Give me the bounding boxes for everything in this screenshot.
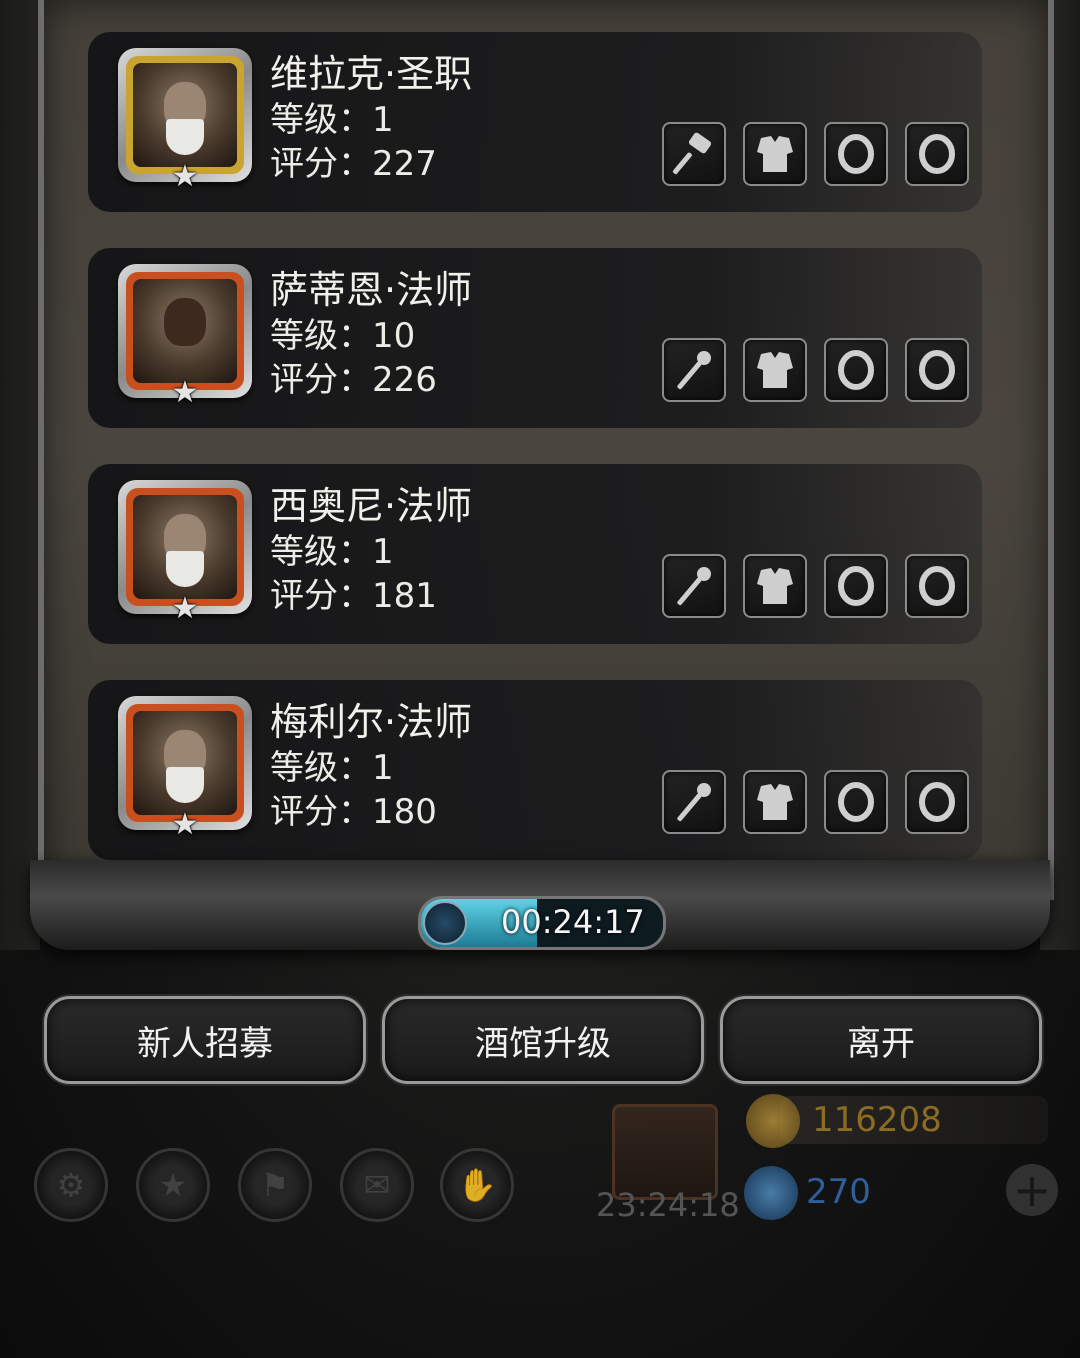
equip-slot-ring-icon[interactable] (824, 554, 888, 618)
gold-amount: 116208 (812, 1100, 942, 1140)
equip-slot-armor-icon[interactable] (743, 554, 807, 618)
hero-name: 萨蒂恩·法师 (270, 268, 473, 312)
hero-score: 评分：227 (270, 144, 437, 184)
star-badge-icon[interactable]: ★ (136, 1148, 210, 1222)
equip-slot-ring-icon[interactable] (824, 770, 888, 834)
hero-name: 维拉克·圣职 (270, 52, 473, 96)
hero-name: 西奥尼·法师 (270, 484, 473, 528)
portrait-frame (126, 488, 244, 606)
equipment-slots (662, 338, 969, 402)
hero-card[interactable]: ★ 西奥尼·法师 等级：1 评分：181 (88, 464, 982, 644)
hero-face-icon (133, 279, 237, 383)
hero-face-icon (133, 63, 237, 167)
hero-portrait[interactable]: ★ (118, 480, 252, 626)
star-icon: ★ (171, 375, 199, 410)
leave-button[interactable]: 离开 (720, 996, 1042, 1084)
equip-slot-staff-icon[interactable] (662, 770, 726, 834)
hero-score: 评分：180 (270, 792, 437, 832)
handshake-icon[interactable]: ✋ (440, 1148, 514, 1222)
hero-face-icon (133, 711, 237, 815)
recruit-button[interactable]: 新人招募 (44, 996, 366, 1084)
hero-face-icon (133, 495, 237, 599)
clock-icon (423, 901, 467, 945)
gift-timer: 23:24:18 (596, 1186, 740, 1224)
equip-slot-armor-icon[interactable] (743, 122, 807, 186)
portrait-frame (126, 56, 244, 174)
left-backdrop (0, 0, 40, 950)
hero-info: 萨蒂恩·法师 等级：10 评分：226 (270, 266, 472, 402)
mail-icon[interactable]: ✉ (340, 1148, 414, 1222)
equip-slot-ring-icon[interactable] (905, 770, 969, 834)
hero-level: 等级：1 (270, 532, 394, 572)
gold-coin-icon (746, 1094, 800, 1148)
add-currency-button[interactable]: + (1006, 1164, 1058, 1216)
timer-text: 00:24:17 (501, 903, 645, 941)
hero-info: 维拉克·圣职 等级：1 评分：227 (270, 50, 472, 186)
refresh-timer: 00:24:17 (418, 896, 666, 950)
equip-slot-staff-icon[interactable] (662, 554, 726, 618)
equip-slot-ring-icon[interactable] (824, 122, 888, 186)
hero-portrait[interactable]: ★ (118, 696, 252, 842)
hero-info: 梅利尔·法师 等级：1 评分：180 (270, 698, 472, 834)
tavern-upgrade-button[interactable]: 酒馆升级 (382, 996, 704, 1084)
star-icon: ★ (171, 807, 199, 842)
hero-card[interactable]: ★ 萨蒂恩·法师 等级：10 评分：226 (88, 248, 982, 428)
equipment-slots (662, 554, 969, 618)
hero-score: 评分：226 (270, 360, 437, 400)
hero-level: 等级：1 (270, 748, 394, 788)
portrait-frame (126, 704, 244, 822)
equip-slot-hammer-icon[interactable] (662, 122, 726, 186)
equip-slot-ring-icon[interactable] (824, 338, 888, 402)
hero-card[interactable]: ★ 维拉克·圣职 等级：1 评分：227 (88, 32, 982, 212)
hero-info: 西奥尼·法师 等级：1 评分：181 (270, 482, 472, 618)
banner-icon[interactable]: ⚑ (238, 1148, 312, 1222)
gem-amount: 270 (806, 1172, 871, 1212)
gear-icon[interactable]: ⚙ (34, 1148, 108, 1222)
equipment-slots (662, 122, 969, 186)
equip-slot-staff-icon[interactable] (662, 338, 726, 402)
hero-card[interactable]: ★ 梅利尔·法师 等级：1 评分：180 (88, 680, 982, 860)
equip-slot-ring-icon[interactable] (905, 122, 969, 186)
equip-slot-ring-icon[interactable] (905, 554, 969, 618)
star-icon: ★ (171, 159, 199, 194)
equip-slot-armor-icon[interactable] (743, 338, 807, 402)
portrait-frame (126, 272, 244, 390)
hero-score: 评分：181 (270, 576, 437, 616)
equip-slot-armor-icon[interactable] (743, 770, 807, 834)
hero-level: 等级：10 (270, 316, 416, 356)
hero-portrait[interactable]: ★ (118, 264, 252, 410)
star-icon: ★ (171, 591, 199, 626)
hero-portrait[interactable]: ★ (118, 48, 252, 194)
hero-level: 等级：1 (270, 100, 394, 140)
equip-slot-ring-icon[interactable] (905, 338, 969, 402)
hero-name: 梅利尔·法师 (270, 700, 473, 744)
gem-icon (744, 1166, 798, 1220)
equipment-slots (662, 770, 969, 834)
